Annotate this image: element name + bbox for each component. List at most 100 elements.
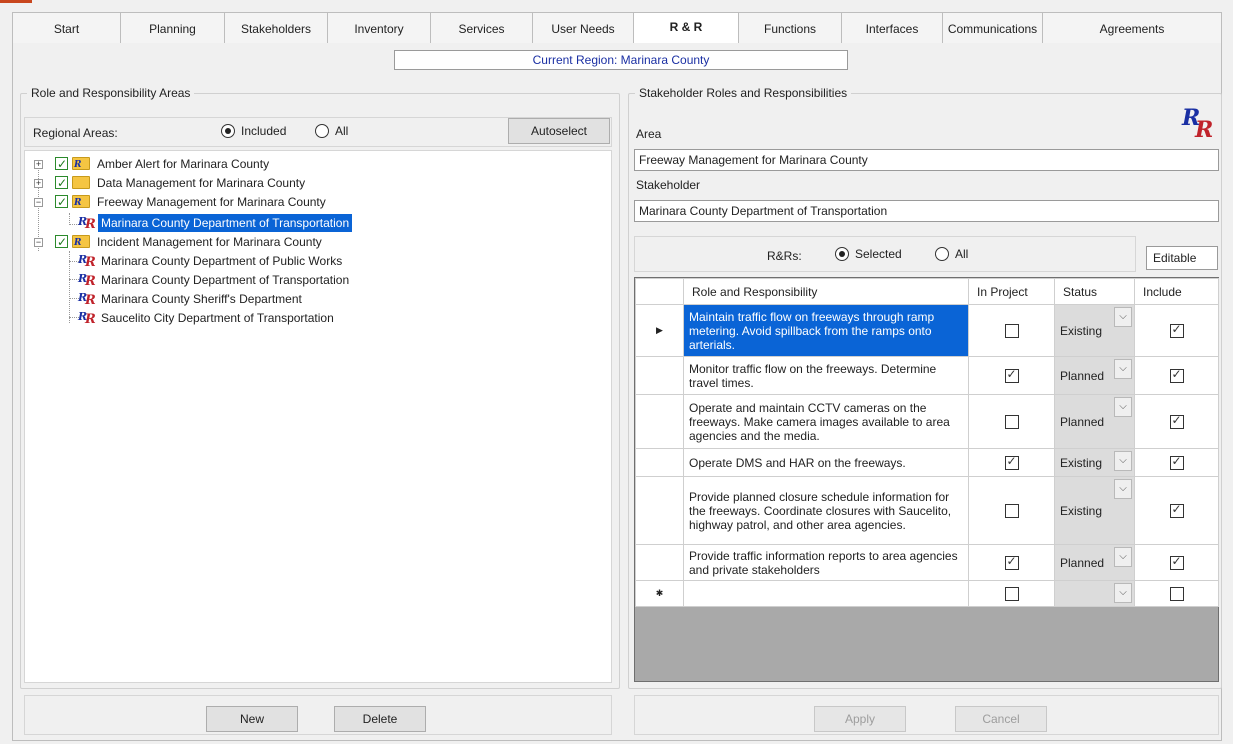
row-header [635, 476, 684, 545]
tab-start[interactable]: Start [12, 12, 120, 44]
table-row[interactable]: Operate DMS and HAR on the freeways. Exi… [635, 448, 1219, 477]
include-cell[interactable] [1134, 356, 1219, 395]
chevron-down-icon[interactable]: ⌵ [1114, 451, 1132, 471]
radio-selected[interactable]: Selected [835, 247, 902, 261]
table-row[interactable]: Provide planned closure schedule informa… [635, 476, 1219, 545]
col-header-role[interactable]: Role and Responsibility [683, 278, 969, 305]
role-text-cell[interactable]: Maintain traffic flow on freeways throug… [683, 304, 969, 357]
role-text-cell[interactable]: Operate DMS and HAR on the freeways. [683, 448, 969, 477]
checkbox-unchecked-icon[interactable] [1004, 414, 1019, 429]
checkbox-checked-icon[interactable] [55, 193, 68, 211]
in-project-cell[interactable] [968, 476, 1055, 545]
tree-item-sheriff[interactable]: RR Marinara County Sheriff's Department [25, 290, 605, 308]
col-header-status[interactable]: Status [1054, 278, 1135, 305]
include-cell[interactable] [1134, 448, 1219, 477]
radio-all-areas[interactable]: All [315, 124, 348, 138]
tab-user-needs[interactable]: User Needs [532, 12, 633, 44]
checkbox-checked-icon[interactable] [1004, 454, 1019, 470]
checkbox-checked-icon[interactable] [55, 233, 68, 251]
table-row[interactable]: Provide traffic information reports to a… [635, 544, 1219, 581]
include-cell[interactable] [1134, 476, 1219, 545]
tree-item-amber-alert[interactable]: + R Amber Alert for Marinara County [25, 155, 605, 173]
tab-r-r[interactable]: R & R [633, 12, 738, 45]
status-combo[interactable]: Planned ⌵ [1054, 394, 1135, 449]
tab-inventory[interactable]: Inventory [327, 12, 430, 44]
in-project-cell[interactable] [968, 394, 1055, 449]
tab-agreements[interactable]: Agreements [1042, 12, 1222, 44]
checkbox-checked-icon[interactable] [1169, 502, 1184, 518]
chevron-down-icon[interactable]: ⌵ [1114, 397, 1132, 417]
in-project-cell[interactable] [968, 304, 1055, 357]
checkbox-checked-icon[interactable] [1169, 454, 1184, 470]
checkbox-checked-icon[interactable] [55, 155, 68, 173]
in-project-cell[interactable] [968, 356, 1055, 395]
tab-planning[interactable]: Planning [120, 12, 224, 44]
radio-included[interactable]: Included [221, 124, 286, 138]
new-button[interactable]: New [206, 706, 298, 732]
collapse-minus-icon[interactable]: − [34, 238, 43, 247]
area-field[interactable]: Freeway Management for Marinara County [634, 149, 1219, 171]
chevron-down-icon[interactable]: ⌵ [1114, 583, 1132, 603]
collapse-minus-icon[interactable]: − [34, 198, 43, 207]
in-project-cell[interactable] [968, 544, 1055, 581]
include-cell[interactable] [1134, 544, 1219, 581]
tree-item-public-works[interactable]: RR Marinara County Department of Public … [25, 252, 605, 270]
role-text-cell[interactable]: Provide traffic information reports to a… [683, 544, 969, 581]
status-combo[interactable]: Planned ⌵ [1054, 544, 1135, 581]
status-combo[interactable]: Planned ⌵ [1054, 356, 1135, 395]
tab-communications[interactable]: Communications [942, 12, 1042, 44]
checkbox-unchecked-icon[interactable] [1004, 503, 1019, 518]
checkbox-checked-icon[interactable] [1004, 367, 1019, 383]
tree-item-data-management[interactable]: + Data Management for Marinara County [25, 174, 605, 192]
checkbox-unchecked-icon[interactable] [1169, 586, 1184, 601]
status-combo[interactable]: Existing ⌵ [1054, 448, 1135, 477]
stakeholder-field[interactable]: Marinara County Department of Transporta… [634, 200, 1219, 222]
status-combo[interactable]: ⌵ [1054, 580, 1135, 607]
role-text-cell[interactable]: Provide planned closure schedule informa… [683, 476, 969, 545]
tree-item-dot[interactable]: RR Marinara County Department of Transpo… [25, 271, 605, 289]
checkbox-checked-icon[interactable] [1169, 367, 1184, 383]
tab-services[interactable]: Services [430, 12, 532, 44]
expand-plus-icon[interactable]: + [34, 179, 43, 188]
include-cell[interactable] [1134, 304, 1219, 357]
col-header-in-project[interactable]: In Project [968, 278, 1055, 305]
table-row[interactable]: Monitor traffic flow on the freeways. De… [635, 356, 1219, 395]
checkbox-unchecked-icon[interactable] [1004, 586, 1019, 601]
table-row[interactable]: Operate and maintain CCTV cameras on the… [635, 394, 1219, 449]
radio-all-rrs[interactable]: All [935, 247, 968, 261]
new-table-row[interactable]: ✱ ⌵ [635, 580, 1219, 607]
chevron-down-icon[interactable]: ⌵ [1114, 479, 1132, 499]
role-text-cell[interactable]: Monitor traffic flow on the freeways. De… [683, 356, 969, 395]
chevron-down-icon[interactable]: ⌵ [1114, 547, 1132, 567]
tab-functions[interactable]: Functions [738, 12, 841, 44]
tree-item-marinara-dot-selected[interactable]: RR Marinara County Department of Transpo… [25, 214, 605, 232]
table-row[interactable]: ▶ Maintain traffic flow on freeways thro… [635, 304, 1219, 357]
autoselect-button[interactable]: Autoselect [508, 118, 610, 144]
in-project-cell[interactable] [968, 580, 1055, 607]
role-text-cell[interactable]: Operate and maintain CCTV cameras on the… [683, 394, 969, 449]
checkbox-unchecked-icon[interactable] [1004, 323, 1019, 338]
tree-item-freeway-management[interactable]: − R Freeway Management for Marinara Coun… [25, 193, 605, 211]
role-text-cell-empty[interactable] [683, 580, 969, 607]
cancel-button[interactable]: Cancel [955, 706, 1047, 732]
col-header-include[interactable]: Include [1134, 278, 1219, 305]
checkbox-checked-icon[interactable] [1169, 322, 1184, 338]
include-cell[interactable] [1134, 394, 1219, 449]
chevron-down-icon[interactable]: ⌵ [1114, 359, 1132, 379]
checkbox-checked-icon[interactable] [1169, 413, 1184, 429]
chevron-down-icon[interactable]: ⌵ [1114, 307, 1132, 327]
apply-button[interactable]: Apply [814, 706, 906, 732]
tree-item-saucelito[interactable]: RR Saucelito City Department of Transpor… [25, 309, 605, 327]
tab-interfaces[interactable]: Interfaces [841, 12, 942, 44]
include-cell[interactable] [1134, 580, 1219, 607]
checkbox-checked-icon[interactable] [55, 174, 68, 192]
status-combo[interactable]: Existing ⌵ [1054, 476, 1135, 545]
tree-item-incident-management[interactable]: − R Incident Management for Marinara Cou… [25, 233, 605, 251]
expand-plus-icon[interactable]: + [34, 160, 43, 169]
in-project-cell[interactable] [968, 448, 1055, 477]
delete-button[interactable]: Delete [334, 706, 426, 732]
checkbox-checked-icon[interactable] [1169, 554, 1184, 570]
tab-stakeholders[interactable]: Stakeholders [224, 12, 327, 44]
status-combo[interactable]: Existing ⌵ [1054, 304, 1135, 357]
checkbox-checked-icon[interactable] [1004, 554, 1019, 570]
